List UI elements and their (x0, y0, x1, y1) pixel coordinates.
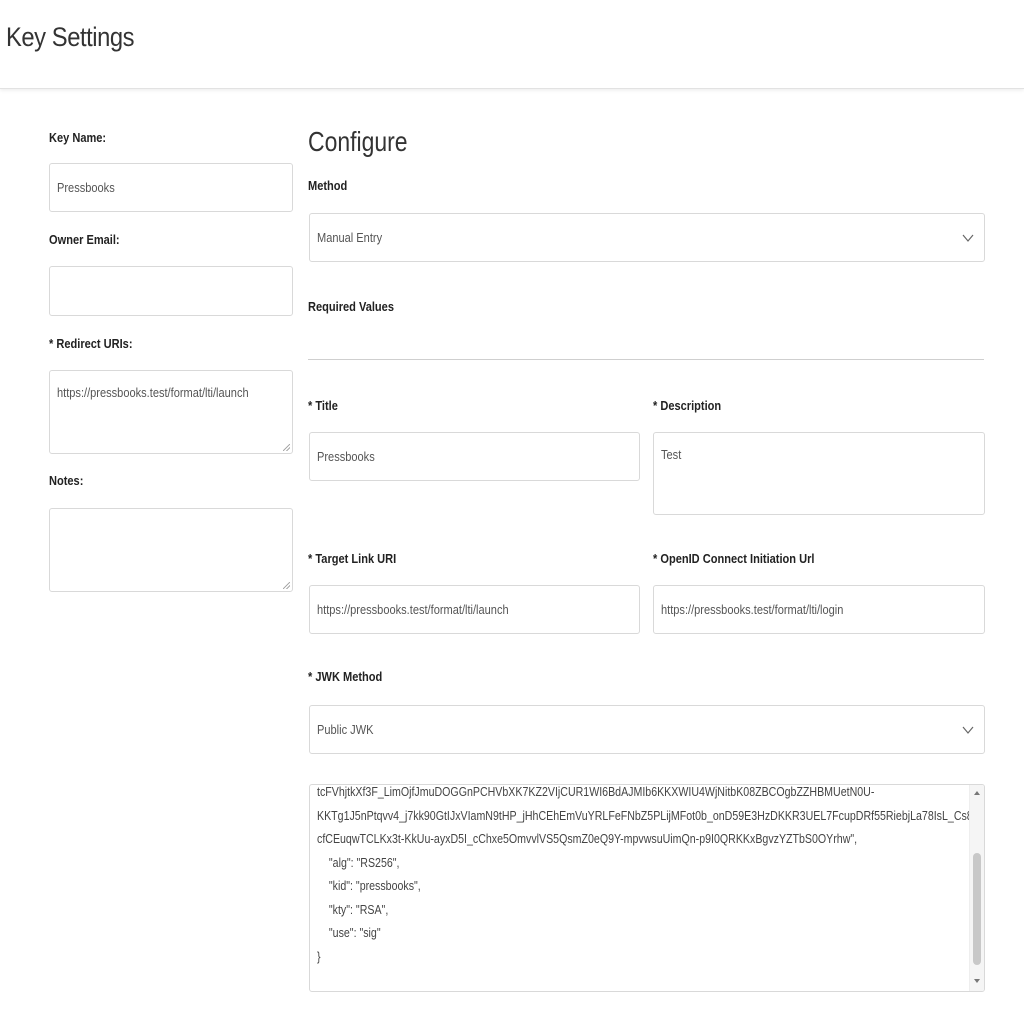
redirect-uris-textarea[interactable]: https://pressbooks.test/format/lti/launc… (49, 370, 293, 454)
key-name-value: Pressbooks (57, 180, 115, 195)
title-label: * Title (308, 398, 338, 413)
page-title: Key Settings (6, 22, 135, 52)
method-value: Manual Entry (317, 230, 383, 245)
required-values-label: Required Values (308, 299, 394, 314)
public-jwk-textarea[interactable]: tcFVhjtkXf3F_LimOjfJmuDOGGnPCHVbXK7KZ2VI… (309, 784, 985, 992)
description-value: Test (661, 447, 682, 462)
title-input[interactable]: Pressbooks (309, 432, 640, 481)
jwk-line: cfCEuqwTCLKx3t-KkUu-ayxD5I_cChxe5OmvvlVS… (317, 832, 858, 846)
jwk-line: "kty": "RSA", (328, 902, 389, 917)
jwk-line: tcFVhjtkXf3F_LimOjfJmuDOGGnPCHVbXK7KZ2VI… (317, 785, 875, 799)
notes-textarea[interactable] (49, 508, 293, 592)
scrollbar-thumb[interactable] (973, 853, 981, 965)
configure-heading: Configure (308, 126, 408, 157)
openid-input[interactable]: https://pressbooks.test/format/lti/login (653, 585, 985, 634)
resize-handle-icon[interactable] (283, 582, 290, 589)
scrollbar[interactable] (969, 785, 984, 991)
description-textarea[interactable]: Test (653, 432, 985, 515)
title-value: Pressbooks (317, 449, 375, 464)
method-select[interactable]: Manual Entry (309, 213, 985, 262)
openid-label: * OpenID Connect Initiation Url (653, 551, 815, 566)
target-link-value: https://pressbooks.test/format/lti/launc… (317, 602, 509, 617)
chevron-down-icon (962, 234, 974, 242)
jwk-line: KKTg1J5nPtqvv4_j7kk90GtIJxVIamN9tHP_jHhC… (317, 808, 985, 823)
resize-handle-icon[interactable] (283, 444, 290, 451)
jwk-line: "kid": "pressbooks", (328, 879, 421, 893)
jwk-line: "alg": "RS256", (328, 855, 400, 870)
scroll-up-icon[interactable] (974, 791, 980, 795)
owner-email-input[interactable] (49, 266, 293, 316)
method-label: Method (308, 178, 348, 193)
key-name-input[interactable]: Pressbooks (49, 163, 293, 212)
divider (308, 359, 984, 360)
target-link-label: * Target Link URI (308, 551, 397, 566)
scroll-down-icon[interactable] (974, 979, 980, 983)
jwk-line: } (317, 949, 321, 964)
description-label: * Description (653, 398, 722, 413)
jwk-method-value: Public JWK (317, 722, 374, 737)
header-bar: Key Settings (0, 0, 1024, 89)
notes-label: Notes: (49, 473, 84, 488)
owner-email-label: Owner Email: (49, 232, 120, 247)
key-name-label: Key Name: (49, 130, 107, 145)
openid-value: https://pressbooks.test/format/lti/login (661, 602, 844, 617)
jwk-method-label: * JWK Method (308, 669, 383, 684)
chevron-down-icon (962, 726, 974, 734)
redirect-uris-label: * Redirect URIs: (49, 336, 133, 351)
jwk-line: "use": "sig" (328, 926, 381, 940)
redirect-uris-value: https://pressbooks.test/format/lti/launc… (57, 385, 249, 400)
jwk-content: tcFVhjtkXf3F_LimOjfJmuDOGGnPCHVbXK7KZ2VI… (317, 785, 985, 969)
target-link-input[interactable]: https://pressbooks.test/format/lti/launc… (309, 585, 640, 634)
jwk-method-select[interactable]: Public JWK (309, 705, 985, 754)
